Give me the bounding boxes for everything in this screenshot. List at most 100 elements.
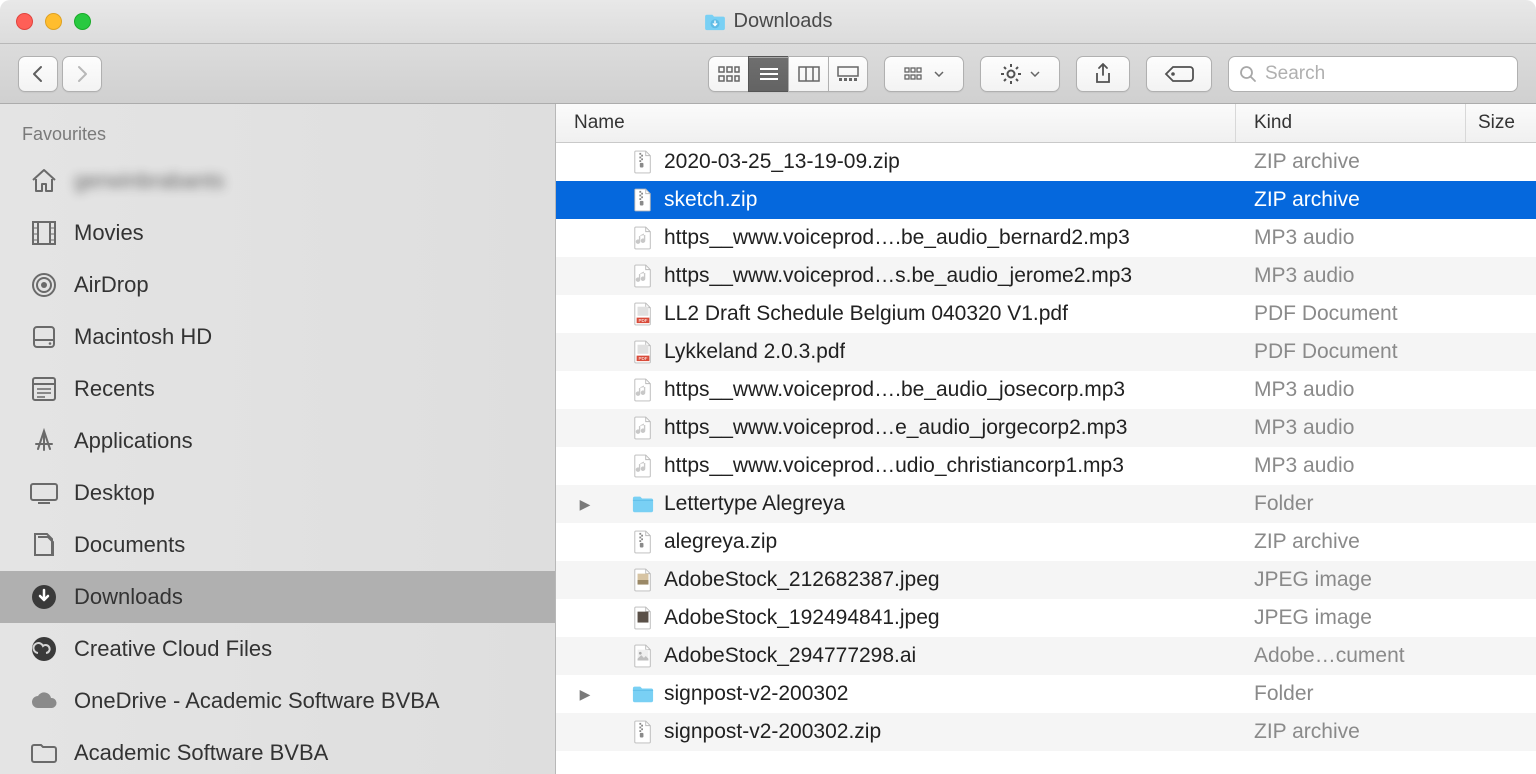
file-row[interactable]: https__www.voiceprod…s.be_audio_jerome2.… [556,257,1536,295]
file-kind-cell: PDF Document [1236,340,1466,364]
window-title: Downloads [0,10,1536,33]
share-icon [1093,62,1113,86]
file-row[interactable]: https__www.voiceprod…udio_christiancorp1… [556,447,1536,485]
column-header-name[interactable]: Name [556,104,1236,142]
column-headers: Name Kind Size [556,104,1536,143]
file-row[interactable]: AdobeStock_294777298.aiAdobe…cument [556,637,1536,675]
file-kind-cell: ZIP archive [1236,720,1466,744]
sidebar-item-applications[interactable]: Applications [0,415,555,467]
sidebar-item-macintosh-hd[interactable]: Macintosh HD [0,311,555,363]
file-row[interactable]: signpost-v2-200302.zipZIP archive [556,713,1536,751]
sidebar-item-label: Documents [74,532,185,558]
disclosure-triangle-icon[interactable]: ▶ [576,496,594,513]
action-button[interactable] [980,56,1060,92]
file-row[interactable]: LL2 Draft Schedule Belgium 040320 V1.pdf… [556,295,1536,333]
sidebar-item-label: Movies [74,220,144,246]
column-header-kind[interactable]: Kind [1236,104,1466,142]
sidebar-item-onedrive-academic-software-bvba[interactable]: OneDrive - Academic Software BVBA [0,675,555,727]
sidebar-item-downloads[interactable]: Downloads [0,571,555,623]
sidebar-item-label: Academic Software BVBA [74,740,328,766]
forward-button[interactable] [62,56,102,92]
icon-view-button[interactable] [708,56,748,92]
file-kind-cell: MP3 audio [1236,378,1466,402]
file-name: AdobeStock_192494841.jpeg [664,606,940,630]
recents-icon [28,375,60,403]
file-kind-cell: MP3 audio [1236,264,1466,288]
back-button[interactable] [18,56,58,92]
home-icon [28,167,60,195]
toolbar [0,44,1536,104]
gallery-view-button[interactable] [828,56,868,92]
file-name: 2020-03-25_13-19-09.zip [664,150,900,174]
file-name: alegreya.zip [664,530,777,554]
titlebar: Downloads [0,0,1536,44]
downloads-folder-icon [704,13,726,31]
file-icon [632,491,654,517]
close-window-button[interactable] [16,13,33,30]
sidebar-item-documents[interactable]: Documents [0,519,555,571]
minimize-window-button[interactable] [45,13,62,30]
arrange-button[interactable] [884,56,964,92]
file-name-cell: alegreya.zip [556,529,1236,555]
view-switcher [708,56,868,92]
column-view-button[interactable] [788,56,828,92]
share-button[interactable] [1076,56,1130,92]
file-row[interactable]: AdobeStock_212682387.jpegJPEG image [556,561,1536,599]
file-row[interactable]: Lykkeland 2.0.3.pdfPDF Document [556,333,1536,371]
file-name: AdobeStock_212682387.jpeg [664,568,940,592]
file-icon [632,453,654,479]
sidebar-item-desktop[interactable]: Desktop [0,467,555,519]
file-name: https__www.voiceprod….be_audio_josecorp.… [664,378,1125,402]
file-kind-cell: Adobe…cument [1236,644,1466,668]
file-row[interactable]: AdobeStock_192494841.jpegJPEG image [556,599,1536,637]
file-icon [632,187,654,213]
sidebar: Favourites gerwinbrabantsMoviesAirDropMa… [0,104,556,774]
sidebar-item-gerwinbrabants[interactable]: gerwinbrabants [0,155,555,207]
sidebar-item-movies[interactable]: Movies [0,207,555,259]
file-kind-cell: Folder [1236,682,1466,706]
file-row[interactable]: sketch.zipZIP archive [556,181,1536,219]
file-name-cell: ▶ signpost-v2-200302 [556,681,1236,707]
file-name: https__www.voiceprod…udio_christiancorp1… [664,454,1124,478]
list-view-button[interactable] [748,56,788,92]
file-name-cell: Lykkeland 2.0.3.pdf [556,339,1236,365]
file-name-cell: https__www.voiceprod….be_audio_josecorp.… [556,377,1236,403]
window-body: Favourites gerwinbrabantsMoviesAirDropMa… [0,104,1536,774]
tags-button[interactable] [1146,56,1212,92]
file-icon [632,263,654,289]
traffic-lights [16,13,91,30]
file-row[interactable]: https__www.voiceprod….be_audio_josecorp.… [556,371,1536,409]
file-name: sketch.zip [664,188,757,212]
zoom-window-button[interactable] [74,13,91,30]
chevron-down-icon [1030,71,1040,77]
file-name-cell: https__www.voiceprod….be_audio_bernard2.… [556,225,1236,251]
nav-group [18,56,102,92]
file-row[interactable]: https__www.voiceprod…e_audio_jorgecorp2.… [556,409,1536,447]
file-name-cell: https__www.voiceprod…udio_christiancorp1… [556,453,1236,479]
search-input[interactable] [1265,63,1510,85]
sidebar-item-airdrop[interactable]: AirDrop [0,259,555,311]
file-row[interactable]: https__www.voiceprod….be_audio_bernard2.… [556,219,1536,257]
disclosure-triangle-icon[interactable]: ▶ [576,686,594,703]
sidebar-item-creative-cloud-files[interactable]: Creative Cloud Files [0,623,555,675]
airdrop-icon [28,271,60,299]
sidebar-item-academic-software-bvba[interactable]: Academic Software BVBA [0,727,555,774]
sidebar-item-recents[interactable]: Recents [0,363,555,415]
file-row[interactable]: alegreya.zipZIP archive [556,523,1536,561]
file-icon [632,605,654,631]
sidebar-item-label: Desktop [74,480,155,506]
file-icon [632,301,654,327]
file-kind-cell: MP3 audio [1236,454,1466,478]
sidebar-item-label: Macintosh HD [74,324,212,350]
file-row[interactable]: ▶Lettertype AlegreyaFolder [556,485,1536,523]
file-list[interactable]: 2020-03-25_13-19-09.zipZIP archivesketch… [556,143,1536,774]
file-name: signpost-v2-200302 [664,682,848,706]
file-icon [632,415,654,441]
file-row[interactable]: 2020-03-25_13-19-09.zipZIP archive [556,143,1536,181]
file-row[interactable]: ▶ signpost-v2-200302 Folder [556,675,1536,713]
desktop-icon [28,479,60,507]
column-header-size[interactable]: Size [1466,104,1536,142]
search-box[interactable] [1228,56,1518,92]
file-kind-cell: PDF Document [1236,302,1466,326]
sidebar-item-label: Applications [74,428,193,454]
